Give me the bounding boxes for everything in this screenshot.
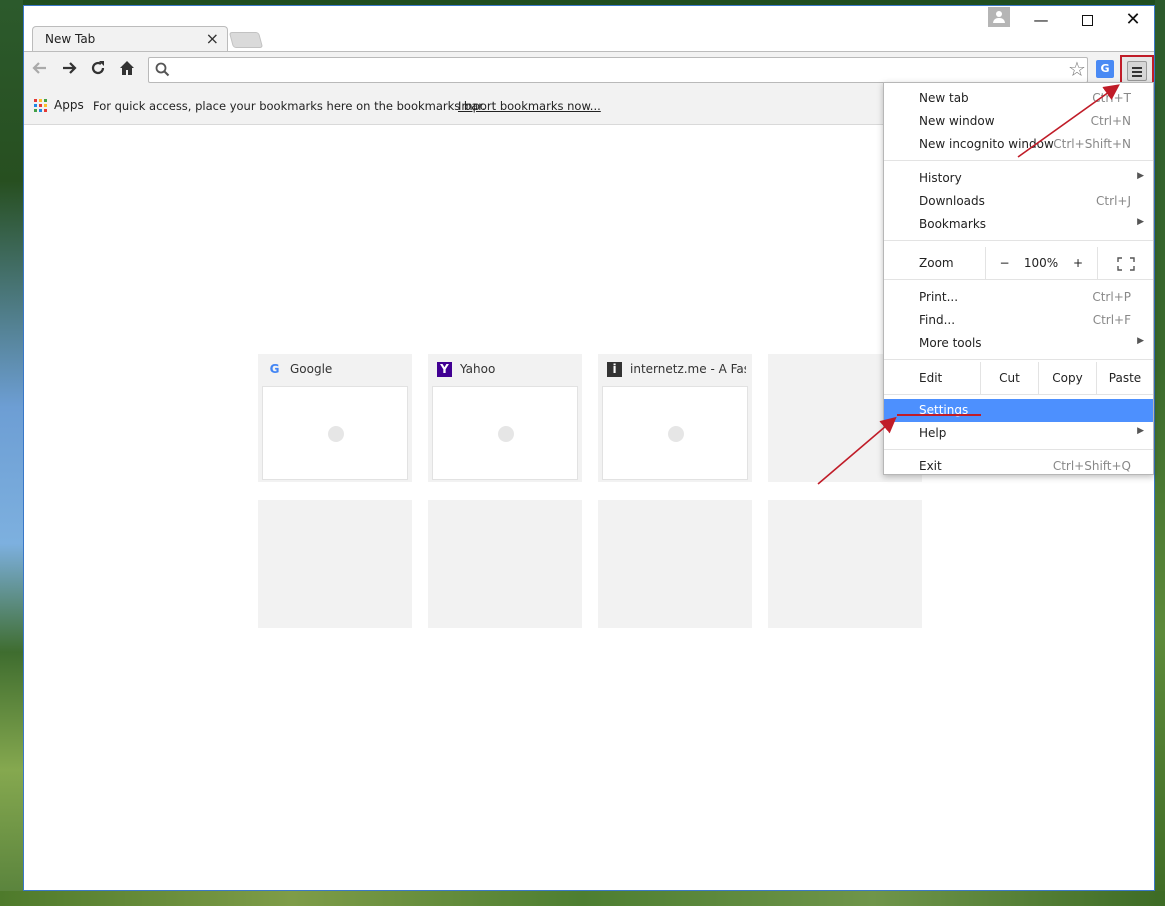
apps-grid-icon[interactable] — [34, 99, 48, 113]
copy-button[interactable]: Copy — [1038, 362, 1096, 394]
submenu-arrow-icon: ▶ — [1137, 171, 1144, 181]
menu-separator — [884, 359, 1153, 360]
menu-separator — [884, 160, 1153, 161]
zoom-label: Zoom — [919, 256, 954, 270]
yahoo-favicon-icon: Y — [437, 362, 452, 377]
browser-window: New Tab × — ✕ ☆ G Apps For quick access,… — [23, 5, 1155, 891]
close-window-button[interactable]: ✕ — [1118, 9, 1148, 31]
tile-thumbnail — [432, 386, 578, 480]
tab-new-tab[interactable]: New Tab × — [32, 26, 228, 52]
title-bar: New Tab × — ✕ — [24, 6, 1154, 52]
new-tab-button[interactable] — [228, 32, 264, 48]
menu-item-more-tools[interactable]: More tools ▶ — [884, 332, 1153, 355]
menu-edit-row: Edit Cut Copy Paste — [884, 362, 1153, 394]
chrome-menu: New tab Ctrl+T New window Ctrl+N New inc… — [883, 82, 1154, 475]
tile-thumbnail — [262, 386, 408, 480]
maximize-icon — [1081, 15, 1093, 26]
zoom-in-button[interactable]: + — [1059, 247, 1097, 279]
bookmark-star-icon[interactable]: ☆ — [1064, 57, 1090, 81]
zoom-level: 100% — [1023, 256, 1059, 270]
tab-title: New Tab — [45, 32, 96, 46]
menu-separator — [884, 449, 1153, 450]
google-favicon-icon: G — [269, 362, 280, 376]
menu-item-exit[interactable]: Exit Ctrl+Shift+Q — [884, 456, 1153, 475]
empty-tile — [598, 500, 752, 628]
most-visited-tile[interactable]: G Google — [258, 354, 412, 482]
tile-title: Yahoo — [460, 362, 496, 376]
user-avatar-icon[interactable] — [988, 7, 1010, 27]
menu-item-new-incognito-window[interactable]: New incognito window Ctrl+Shift+N — [884, 133, 1153, 156]
bookmarks-bar-message: For quick access, place your bookmarks h… — [93, 99, 486, 113]
tab-close-icon[interactable]: × — [206, 29, 219, 48]
back-arrow-icon[interactable] — [29, 59, 51, 81]
tile-title: internetz.me - A Fast a — [630, 362, 746, 376]
menu-item-downloads[interactable]: Downloads Ctrl+J — [884, 190, 1153, 213]
most-visited-tile[interactable]: Y Yahoo — [428, 354, 582, 482]
fullscreen-button[interactable] — [1097, 247, 1153, 279]
hamburger-menu-icon — [1127, 61, 1147, 81]
loading-dot-icon — [668, 426, 684, 442]
tile-header: i internetz.me - A Fast a — [598, 354, 752, 384]
menu-item-bookmarks[interactable]: Bookmarks ▶ — [884, 213, 1153, 236]
menu-item-print[interactable]: Print... Ctrl+P — [884, 286, 1153, 309]
desktop-background-right — [1155, 0, 1165, 906]
maximize-button[interactable] — [1072, 9, 1102, 31]
settings-underline-annotation — [897, 414, 981, 416]
minimize-button[interactable]: — — [1026, 9, 1056, 31]
submenu-arrow-icon: ▶ — [1137, 336, 1144, 346]
desktop-background-bottom — [0, 891, 1165, 906]
menu-item-new-tab[interactable]: New tab Ctrl+T — [884, 87, 1153, 110]
tile-title: Google — [290, 362, 333, 376]
most-visited-tile[interactable]: i internetz.me - A Fast a — [598, 354, 752, 482]
menu-zoom-row: Zoom − 100% + — [884, 247, 1153, 279]
empty-tile — [258, 500, 412, 628]
loading-dot-icon — [328, 426, 344, 442]
empty-tile — [768, 500, 922, 628]
menu-item-find[interactable]: Find... Ctrl+F — [884, 309, 1153, 332]
paste-button[interactable]: Paste — [1096, 362, 1153, 394]
forward-arrow-icon[interactable] — [58, 59, 80, 81]
internetz-favicon-icon: i — [607, 362, 622, 377]
menu-item-history[interactable]: History ▶ — [884, 167, 1153, 190]
tile-header: Y Yahoo — [428, 354, 582, 384]
import-bookmarks-link[interactable]: Import bookmarks now... — [458, 99, 601, 113]
zoom-out-button[interactable]: − — [985, 247, 1023, 279]
submenu-arrow-icon: ▶ — [1137, 426, 1144, 436]
reload-icon[interactable] — [87, 59, 109, 81]
cut-button[interactable]: Cut — [980, 362, 1038, 394]
submenu-arrow-icon: ▶ — [1137, 217, 1144, 227]
menu-separator — [884, 240, 1153, 241]
edit-label: Edit — [919, 371, 943, 385]
home-icon[interactable] — [116, 59, 138, 81]
menu-separator — [884, 279, 1153, 280]
translate-icon[interactable]: G — [1096, 60, 1114, 78]
menu-separator — [884, 394, 1153, 395]
search-icon — [155, 62, 170, 77]
empty-tile — [428, 500, 582, 628]
fullscreen-icon — [1116, 256, 1135, 271]
loading-dot-icon — [498, 426, 514, 442]
tile-thumbnail — [602, 386, 748, 480]
apps-link[interactable]: Apps — [54, 98, 84, 112]
address-bar[interactable] — [148, 57, 1088, 83]
menu-item-settings[interactable]: Settings — [884, 399, 1153, 422]
menu-item-new-window[interactable]: New window Ctrl+N — [884, 110, 1153, 133]
desktop-background-left — [0, 0, 23, 906]
tile-header: G Google — [258, 354, 412, 384]
menu-item-help[interactable]: Help ▶ — [884, 422, 1153, 445]
